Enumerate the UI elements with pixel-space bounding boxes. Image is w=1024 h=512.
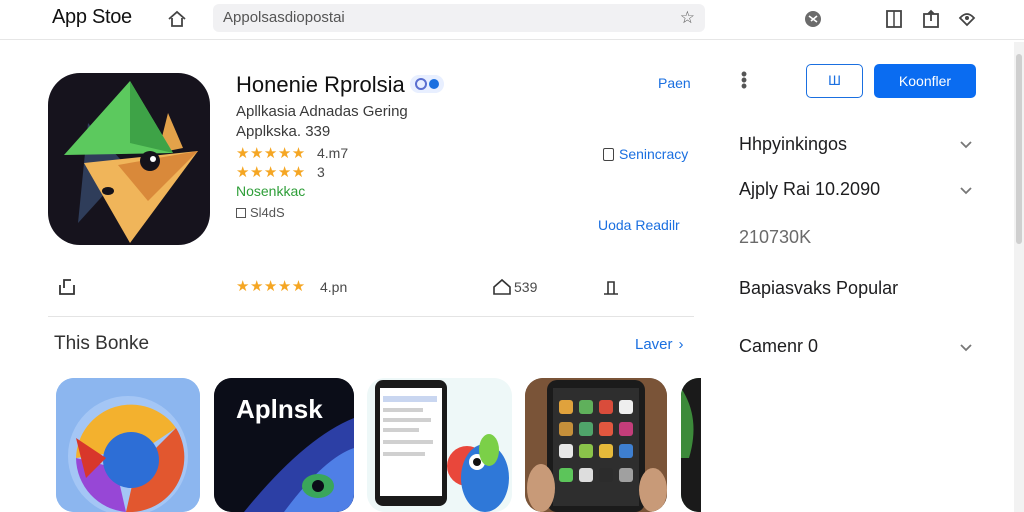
verified-badge-icon — [410, 75, 444, 93]
size-icon — [236, 208, 246, 218]
stats-downloads: 539 — [514, 279, 538, 295]
chevron-down-icon[interactable] — [958, 339, 974, 355]
top-bar: App Stoe ☆ — [0, 0, 1024, 40]
rating-value-2: 3 — [317, 164, 325, 180]
partial-graphic — [681, 378, 701, 512]
globe-icon[interactable] — [802, 8, 824, 30]
section-divider — [48, 316, 694, 317]
book-icon[interactable] — [883, 8, 905, 30]
chevron-right-icon: › — [678, 336, 684, 353]
size-label: Sl4dS — [236, 205, 285, 220]
search-bar[interactable]: ☆ — [213, 4, 705, 32]
stats-stars: ★★★★★ — [236, 278, 306, 295]
app-title: Honenie Rprolsia — [236, 72, 405, 97]
summary-link-label: Senincracy — [619, 146, 689, 162]
bell-icon[interactable] — [956, 8, 978, 30]
space-app-icon[interactable]: Aplnsk — [214, 378, 354, 512]
home-icon[interactable] — [166, 8, 188, 30]
secondary-action-button[interactable]: Ш — [806, 64, 863, 98]
space-app-label: Aplnsk — [236, 394, 323, 424]
star-icon[interactable]: ☆ — [680, 8, 695, 28]
phone-screenshot[interactable] — [367, 378, 512, 512]
upload-icon[interactable] — [600, 276, 622, 298]
panel-row-1[interactable]: Ajply Rai 10.2090 — [739, 179, 880, 200]
swirl-graphic — [56, 378, 200, 512]
primary-action-button[interactable]: Koonfler — [874, 64, 976, 98]
see-more-link-label: Laver — [635, 336, 673, 353]
scrollbar[interactable] — [1014, 42, 1024, 512]
rating-value-1: 4.m7 — [317, 145, 349, 161]
open-link[interactable]: Paen — [658, 75, 691, 91]
more-options-icon[interactable]: • • • — [739, 65, 749, 95]
panel-row-4[interactable]: Camenr 0 — [739, 336, 818, 357]
doc-icon — [603, 148, 614, 161]
partial-card[interactable] — [681, 378, 701, 512]
stats-rating: 4.pn — [320, 279, 348, 295]
panel-row-0[interactable]: Hhpyinkingos — [739, 134, 847, 155]
panel-row-3: Bapiasvaks Popular — [739, 278, 899, 298]
details-link[interactable]: Uoda Readilr — [598, 217, 680, 233]
size-text: Sl4dS — [250, 205, 285, 220]
section-title: This Bonke — [54, 333, 150, 354]
app-store-logo[interactable]: App Stoe — [52, 6, 132, 29]
house-icon — [493, 278, 511, 295]
see-more-link[interactable]: Laver › — [635, 336, 684, 353]
rating-stars-2: ★★★★★ — [236, 164, 306, 181]
summary-link[interactable]: Senincracy — [603, 146, 688, 162]
phone-graphic — [367, 378, 512, 512]
category-line: Applkska. 339 — [236, 123, 331, 140]
rating-stars-1: ★★★★★ — [236, 145, 306, 162]
swirl-app-icon[interactable] — [56, 378, 200, 512]
tablet-screenshot[interactable] — [525, 378, 667, 512]
scrollbar-thumb[interactable] — [1016, 54, 1022, 244]
chevron-down-icon[interactable] — [958, 136, 974, 152]
status-text: Nosenkkac — [236, 183, 306, 199]
app-fox-icon — [48, 73, 210, 245]
share-arrow-icon[interactable] — [56, 276, 78, 298]
developer-line[interactable]: Apllkasia Adnadas Gering — [236, 103, 408, 120]
chevron-down-icon[interactable] — [958, 182, 974, 198]
app-fox-graphic — [64, 81, 198, 243]
panel-row-2: 210730K — [739, 227, 812, 247]
search-input[interactable] — [223, 9, 663, 26]
tablet-graphic — [525, 378, 667, 512]
share-icon[interactable] — [920, 8, 942, 30]
